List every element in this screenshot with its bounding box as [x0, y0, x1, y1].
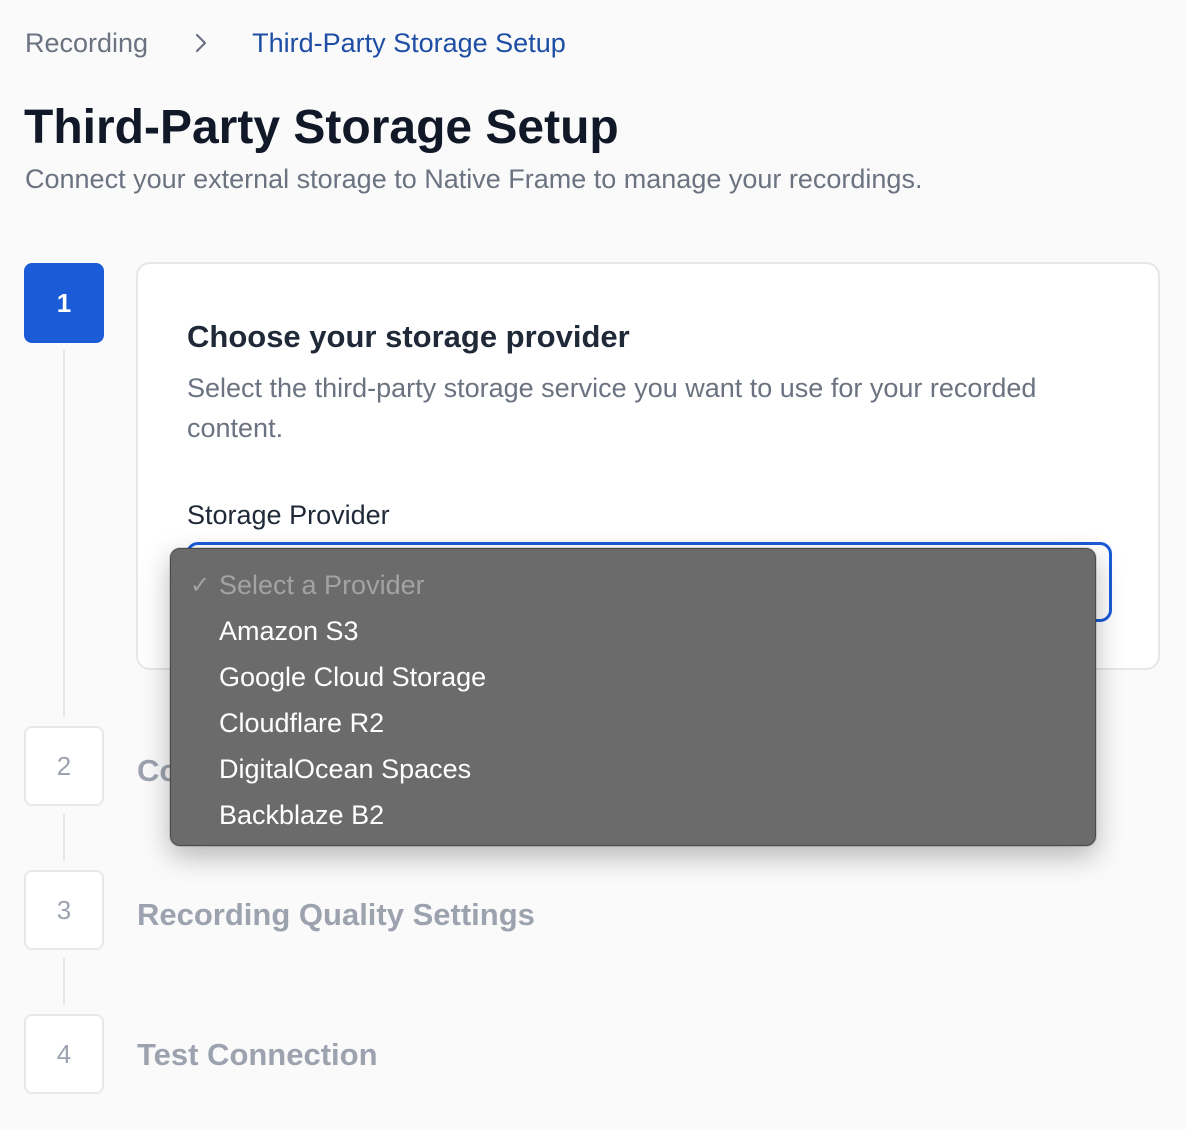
- step-1-description: Select the third-party storage service y…: [187, 373, 1037, 443]
- breadcrumb-current: Third-Party Storage Setup: [252, 28, 566, 58]
- step-3-title[interactable]: Recording Quality Settings: [137, 896, 535, 934]
- checkmark-icon: ✓: [190, 571, 211, 599]
- dropdown-option-backblaze-b2[interactable]: Backblaze B2: [171, 792, 1095, 838]
- step-1-indicator[interactable]: 1: [24, 263, 104, 343]
- step-4-indicator[interactable]: 4: [24, 1014, 104, 1094]
- step-2-indicator[interactable]: 2: [24, 726, 104, 806]
- step-1-title: Choose your storage provider: [187, 319, 630, 354]
- storage-provider-dropdown-menu: ✓ Select a Provider Amazon S3 Google Clo…: [170, 548, 1096, 846]
- chevron-right-icon: [194, 32, 208, 54]
- dropdown-option-placeholder[interactable]: ✓ Select a Provider: [171, 562, 1095, 608]
- page-title: Third-Party Storage Setup: [24, 101, 619, 154]
- dropdown-option-google-cloud-storage[interactable]: Google Cloud Storage: [171, 654, 1095, 700]
- step-connector: [63, 958, 65, 1004]
- dropdown-option-amazon-s3[interactable]: Amazon S3: [171, 608, 1095, 654]
- breadcrumb: Recording Third-Party Storage Setup: [25, 26, 566, 60]
- storage-provider-label: Storage Provider: [187, 500, 390, 530]
- step-3-indicator[interactable]: 3: [24, 870, 104, 950]
- dropdown-option-label: Select a Provider: [219, 570, 425, 600]
- step-4-title[interactable]: Test Connection: [137, 1036, 378, 1074]
- breadcrumb-link-recording[interactable]: Recording: [25, 26, 148, 60]
- step-connector: [63, 814, 65, 860]
- page-subtitle: Connect your external storage to Native …: [25, 164, 923, 194]
- dropdown-option-cloudflare-r2[interactable]: Cloudflare R2: [171, 700, 1095, 746]
- step-connector: [63, 350, 65, 716]
- dropdown-option-digitalocean-spaces[interactable]: DigitalOcean Spaces: [171, 746, 1095, 792]
